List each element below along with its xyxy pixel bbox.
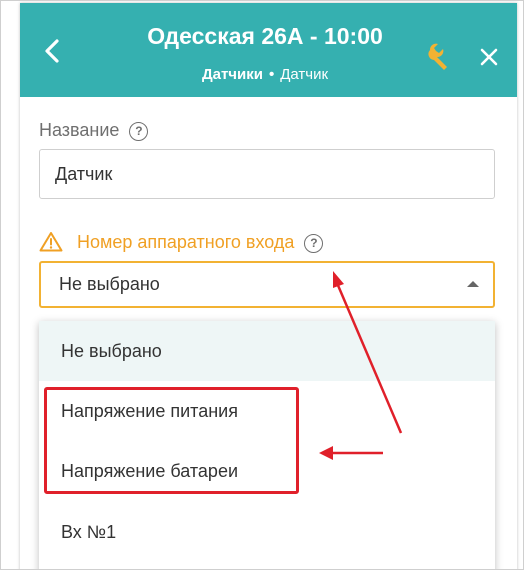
annotation-arrow <box>335 282 403 434</box>
window-frame: Одесская 26А - 10:00 Датчики • Датчик Назв… <box>0 0 524 570</box>
annotation-arrowhead <box>319 446 333 460</box>
annotation-arrows <box>319 271 403 460</box>
annotation-arrowhead <box>333 271 344 288</box>
